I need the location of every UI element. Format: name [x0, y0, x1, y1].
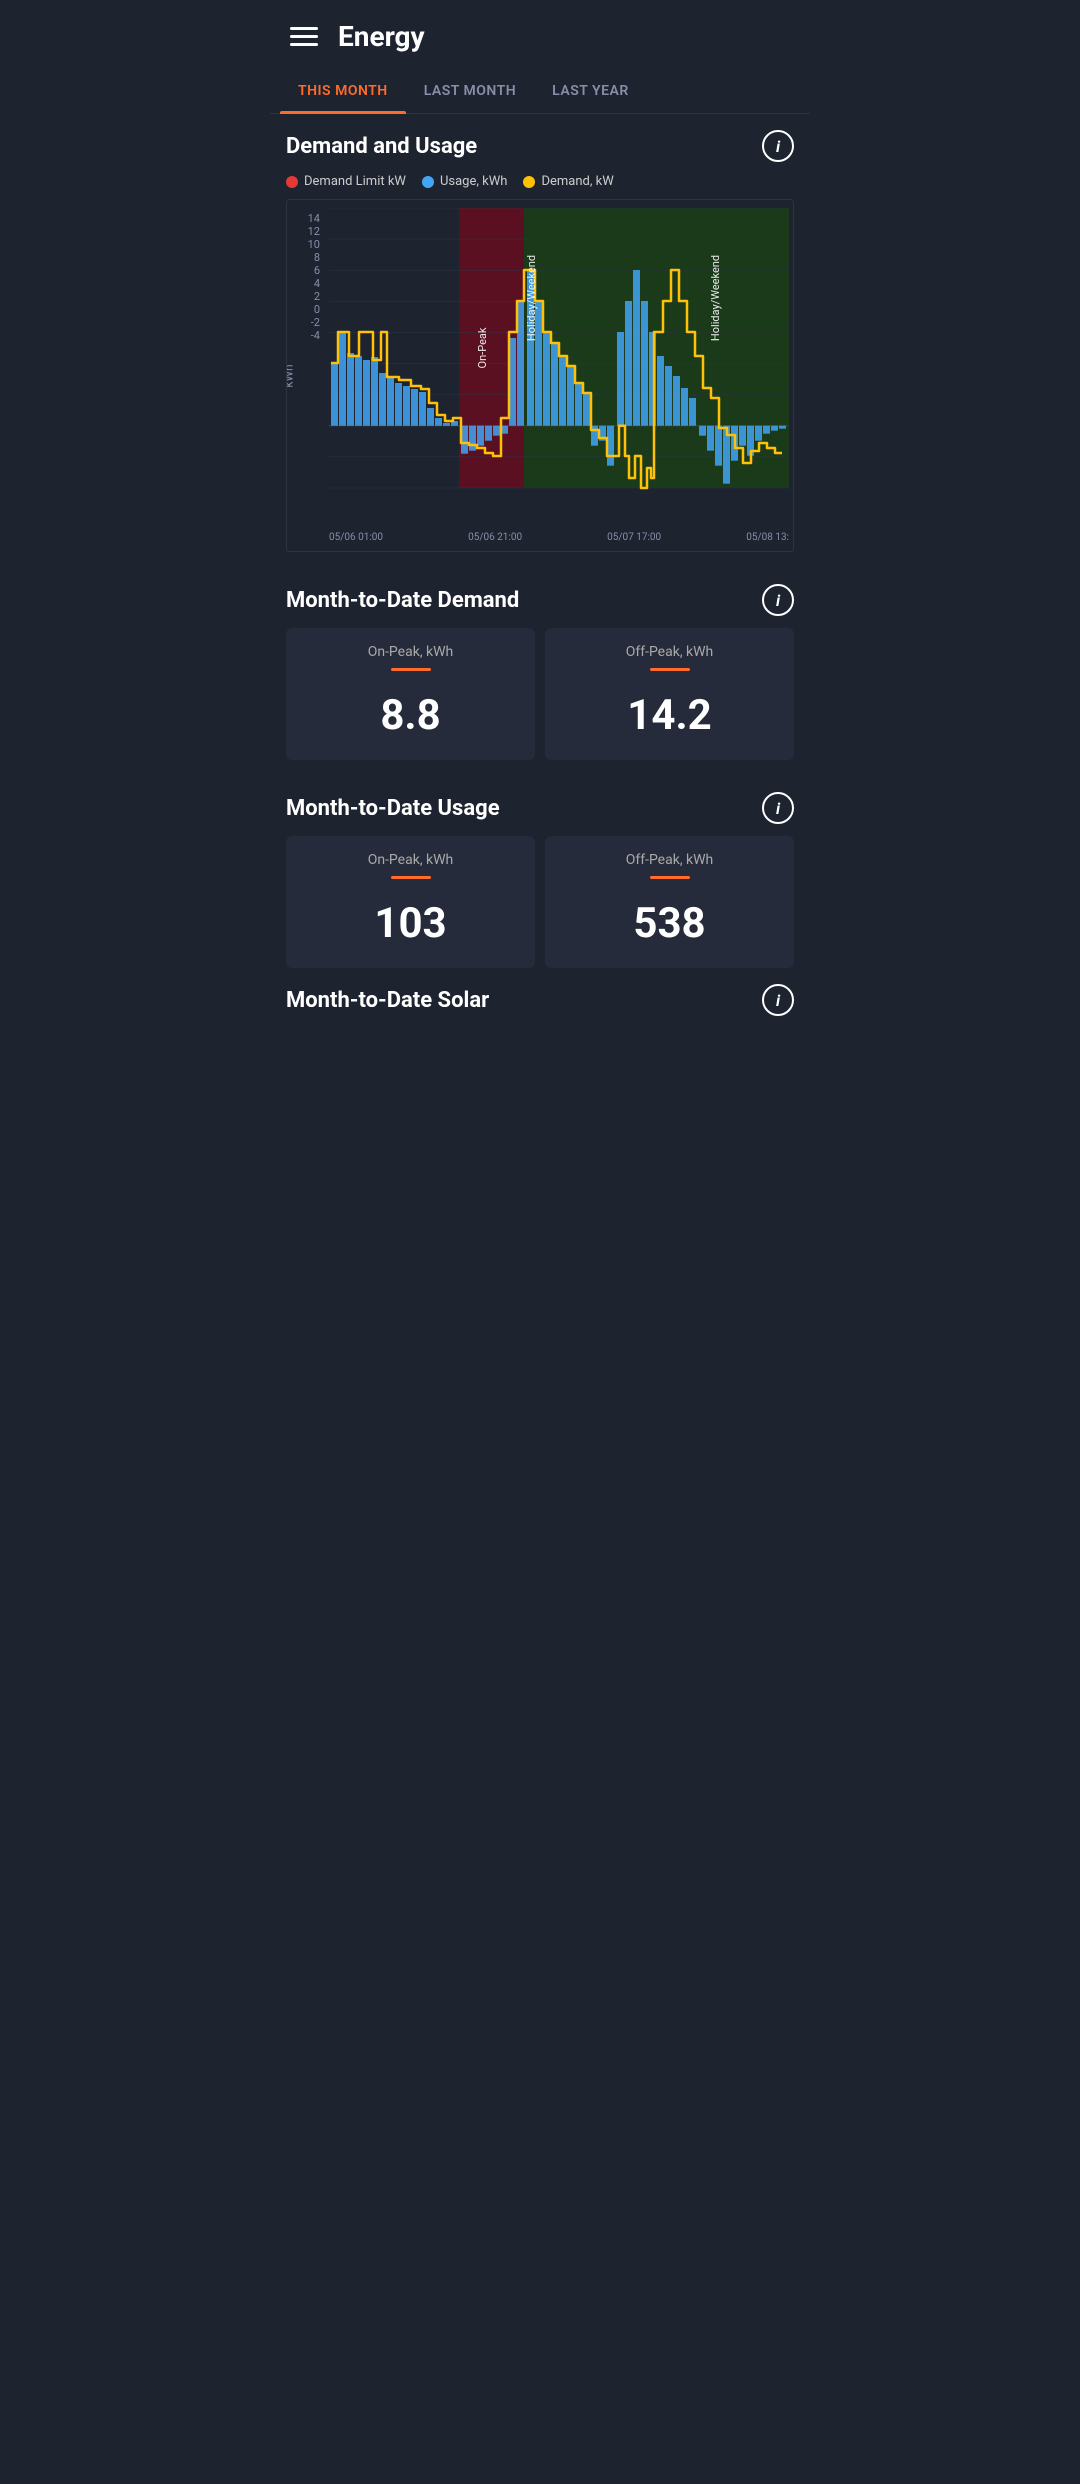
y-axis: 14 12 10 8 6 4 2 0 -2 -4 — [294, 208, 326, 366]
mtd-demand-on-peak-card: On-Peak, kWh 8.8 — [286, 628, 535, 760]
mtd-demand-off-peak-card: Off-Peak, kWh 14.2 — [545, 628, 794, 760]
legend-dot-blue — [422, 176, 434, 188]
mtd-solar-header: Month-to-Date Solar i — [286, 984, 794, 1016]
mtd-demand-header: Month-to-Date Demand i — [286, 584, 794, 616]
legend-demand-limit: Demand Limit kW — [286, 174, 406, 189]
tab-last-month[interactable]: LAST MONTH — [406, 69, 534, 113]
mtd-usage-cards: On-Peak, kWh 103 Off-Peak, kWh 538 — [286, 836, 794, 968]
legend-demand-label: Demand, kW — [541, 174, 613, 189]
chart-main: On-Peak Holiday/Weekend Holiday/Weekend … — [329, 208, 789, 543]
app-header: Energy — [270, 0, 810, 69]
legend-dot-yellow — [523, 176, 535, 188]
mtd-demand-on-peak-underline — [391, 668, 431, 671]
legend-usage-label: Usage, kWh — [440, 174, 507, 189]
chart-svg: On-Peak Holiday/Weekend Holiday/Weekend — [329, 208, 789, 528]
mtd-usage-off-peak-underline — [650, 876, 690, 879]
y-axis-label: kWh — [286, 364, 296, 387]
x-label-2: 05/06 21:00 — [468, 532, 522, 543]
demand-usage-chart: kWh 14 12 10 8 6 4 2 0 -2 -4 — [286, 199, 794, 552]
month-to-date-solar-section: Month-to-Date Solar i — [270, 984, 810, 1044]
legend-demand: Demand, kW — [523, 174, 613, 189]
demand-usage-info-icon[interactable]: i — [762, 130, 794, 162]
month-to-date-demand-section: Month-to-Date Demand i On-Peak, kWh 8.8 … — [270, 568, 810, 760]
mtd-usage-on-peak-card: On-Peak, kWh 103 — [286, 836, 535, 968]
tab-bar: THIS MONTH LAST MONTH LAST YEAR — [270, 69, 810, 114]
mtd-solar-info-icon[interactable]: i — [762, 984, 794, 1016]
mtd-usage-on-peak-value: 103 — [374, 899, 446, 948]
mtd-demand-on-peak-value: 8.8 — [380, 691, 440, 740]
legend-dot-red — [286, 176, 298, 188]
mtd-usage-on-peak-label: On-Peak, kWh — [368, 852, 454, 868]
svg-text:On-Peak: On-Peak — [476, 327, 489, 368]
tab-this-month[interactable]: THIS MONTH — [280, 69, 406, 113]
x-label-4: 05/08 13: — [746, 532, 789, 543]
x-axis-labels: 05/06 01:00 05/06 21:00 05/07 17:00 05/0… — [329, 528, 789, 543]
mtd-usage-title: Month-to-Date Usage — [286, 796, 500, 821]
mtd-demand-info-icon[interactable]: i — [762, 584, 794, 616]
demand-usage-title: Demand and Usage — [286, 134, 477, 159]
mtd-demand-off-peak-underline — [650, 668, 690, 671]
menu-button[interactable] — [290, 27, 318, 46]
mtd-demand-cards: On-Peak, kWh 8.8 Off-Peak, kWh 14.2 — [286, 628, 794, 760]
x-label-1: 05/06 01:00 — [329, 532, 383, 543]
legend-demand-limit-label: Demand Limit kW — [304, 174, 406, 189]
mtd-usage-off-peak-value: 538 — [633, 899, 705, 948]
month-to-date-usage-section: Month-to-Date Usage i On-Peak, kWh 103 O… — [270, 776, 810, 968]
mtd-demand-off-peak-label: Off-Peak, kWh — [626, 644, 714, 660]
svg-text:Holiday/Weekend: Holiday/Weekend — [709, 255, 722, 341]
mtd-demand-title: Month-to-Date Demand — [286, 588, 519, 613]
tab-last-year[interactable]: LAST YEAR — [534, 69, 647, 113]
mtd-usage-on-peak-underline — [391, 876, 431, 879]
demand-usage-section: Demand and Usage i Demand Limit kW Usage… — [270, 114, 810, 552]
mtd-demand-on-peak-label: On-Peak, kWh — [368, 644, 454, 660]
x-label-3: 05/07 17:00 — [607, 532, 661, 543]
app-title: Energy — [338, 20, 425, 53]
legend-usage: Usage, kWh — [422, 174, 507, 189]
chart-legend: Demand Limit kW Usage, kWh Demand, kW — [286, 174, 794, 189]
mtd-solar-title: Month-to-Date Solar — [286, 988, 489, 1013]
mtd-usage-off-peak-card: Off-Peak, kWh 538 — [545, 836, 794, 968]
mtd-usage-header: Month-to-Date Usage i — [286, 792, 794, 824]
mtd-usage-info-icon[interactable]: i — [762, 792, 794, 824]
mtd-demand-off-peak-value: 14.2 — [627, 691, 711, 740]
mtd-usage-off-peak-label: Off-Peak, kWh — [626, 852, 714, 868]
demand-usage-header: Demand and Usage i — [286, 130, 794, 162]
svg-text:Holiday/Weekend: Holiday/Weekend — [525, 255, 538, 341]
chart-area: kWh 14 12 10 8 6 4 2 0 -2 -4 — [291, 208, 789, 543]
